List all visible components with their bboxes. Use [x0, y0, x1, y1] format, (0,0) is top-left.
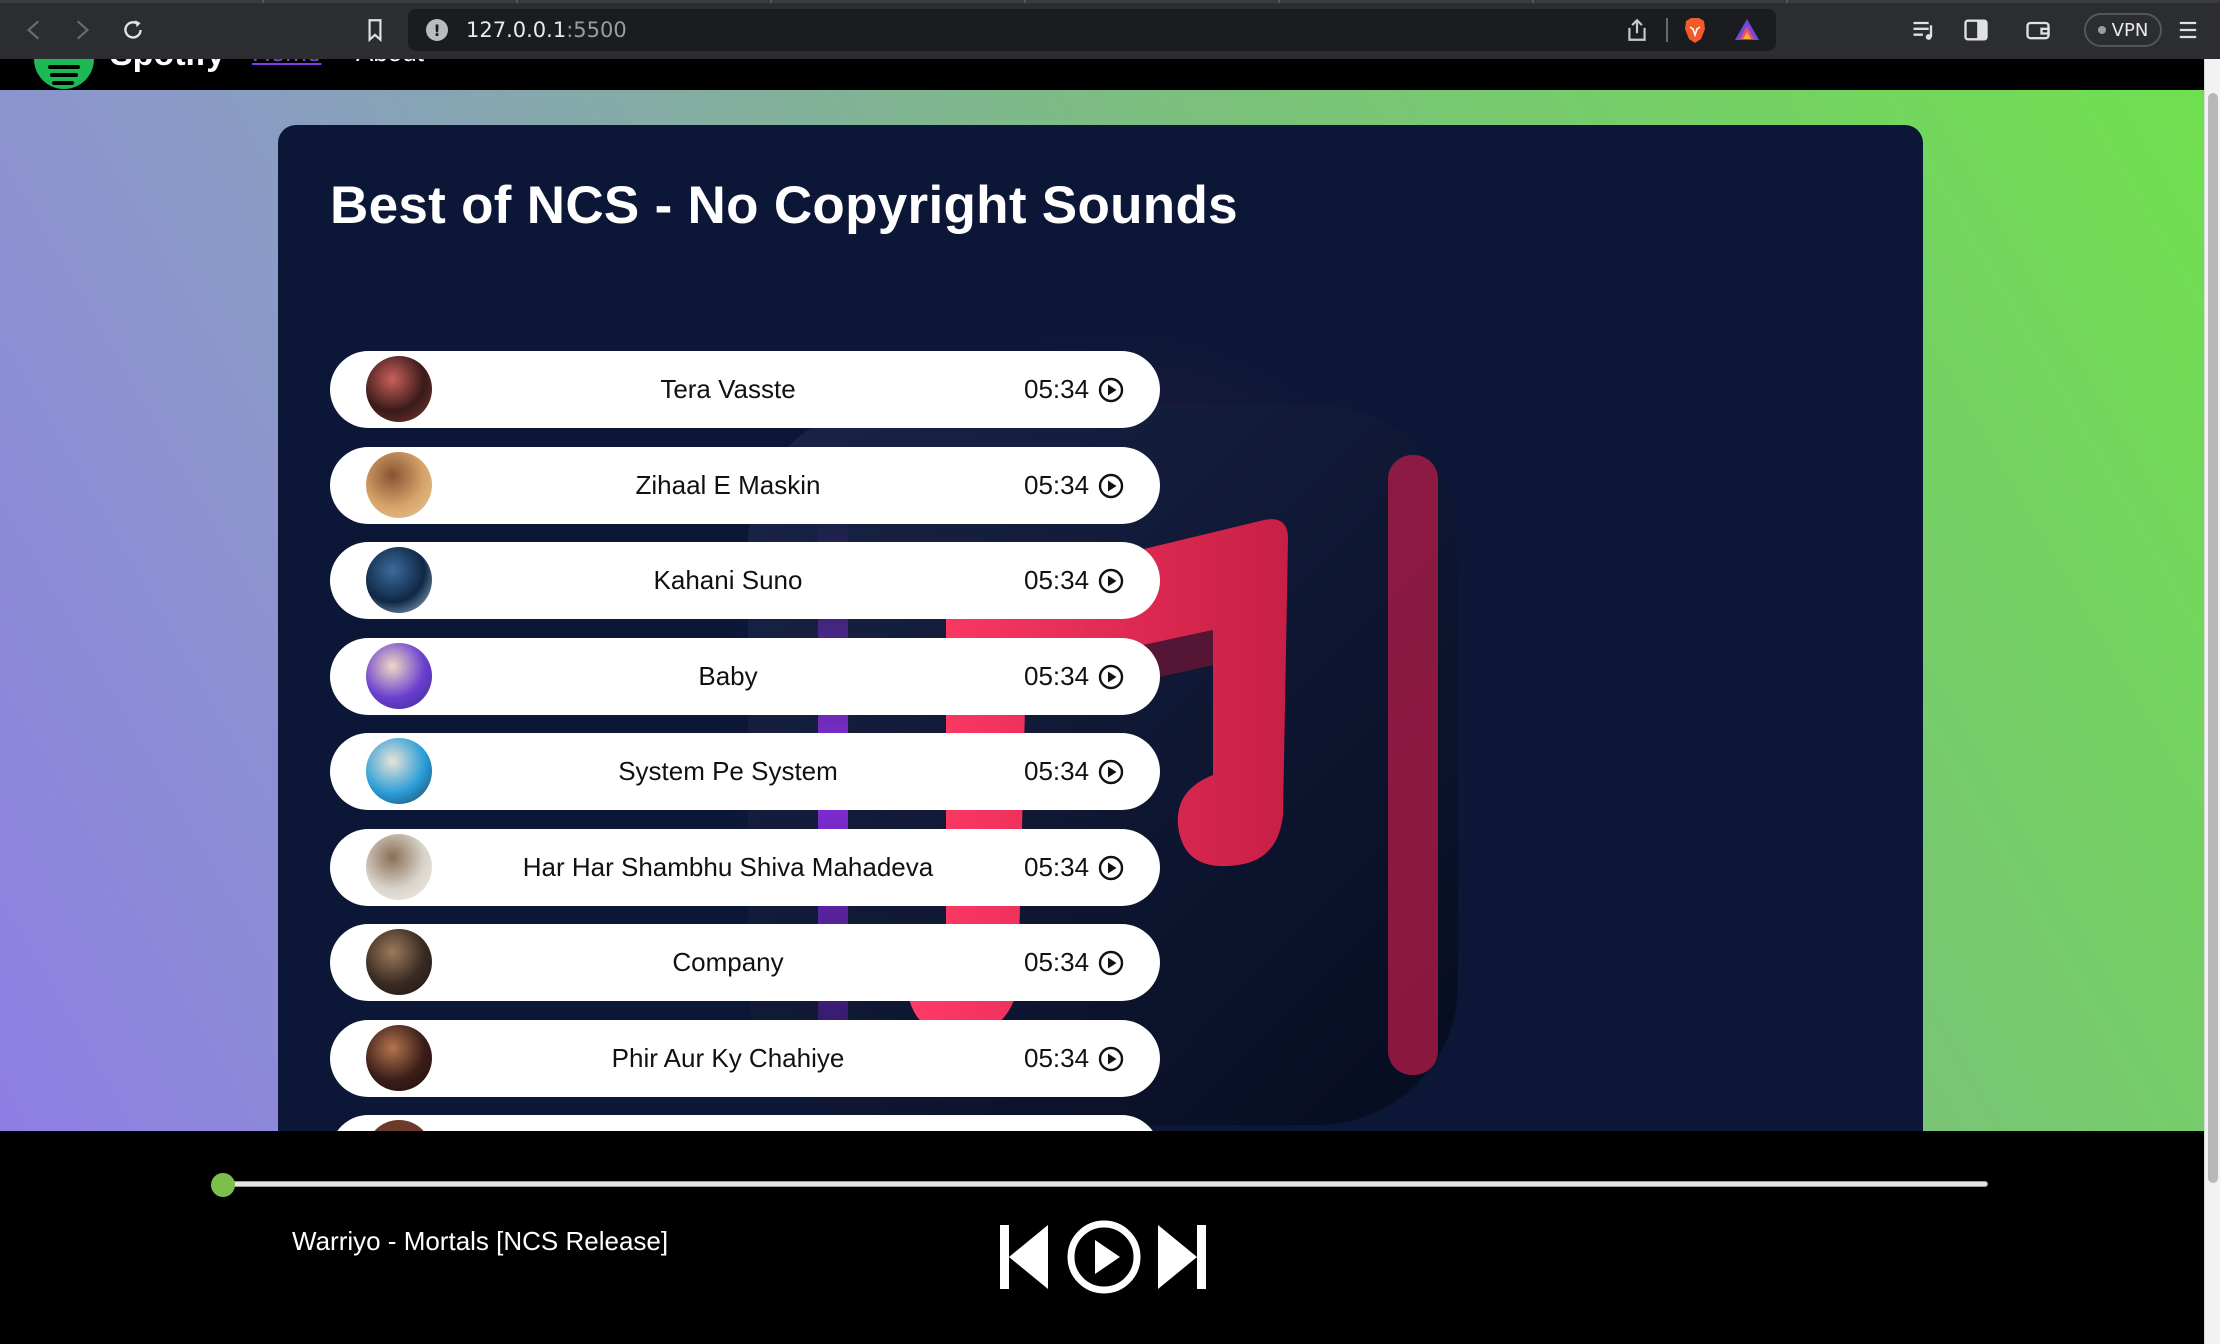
- brand-name[interactable]: Spotify: [110, 59, 225, 74]
- bookmark-icon: [368, 19, 382, 43]
- progress-bar[interactable]: [211, 1173, 1988, 1197]
- wallet-button[interactable]: [2022, 14, 2054, 46]
- site-info-icon[interactable]: !: [426, 19, 448, 41]
- song-cover-image: [366, 547, 432, 613]
- forward-arrow-icon: [76, 20, 90, 40]
- vpn-status-dot: [2097, 26, 2106, 34]
- nav-link-about[interactable]: About: [356, 59, 424, 68]
- share-icon[interactable]: [1624, 17, 1650, 43]
- queue-icon: [1913, 21, 1933, 40]
- vpn-label: VPN: [2111, 19, 2149, 41]
- song-duration: 05:34: [1024, 851, 1090, 882]
- song-item[interactable]: System Pe System 05:34: [330, 733, 1160, 810]
- play-icon[interactable]: [1098, 1046, 1124, 1072]
- spotify-logo-icon[interactable]: [34, 59, 94, 89]
- address-bar-divider: [1666, 18, 1668, 42]
- song-item[interactable]: Baby 05:34: [330, 637, 1160, 715]
- bookmark-button[interactable]: [355, 12, 395, 48]
- song-cover-image: [366, 929, 432, 995]
- browser-toolbar: ! 127.0.0.1:5500 VPN: [0, 0, 2220, 59]
- player-controls: [998, 1219, 1208, 1295]
- url-text[interactable]: 127.0.0.1:5500: [466, 18, 627, 42]
- song-name: Baby: [698, 660, 758, 691]
- song-name: Kahani Suno: [653, 565, 803, 595]
- next-icon[interactable]: [1156, 1223, 1208, 1291]
- play-icon[interactable]: [1098, 568, 1124, 594]
- brave-shields-icon[interactable]: [1680, 15, 1710, 45]
- now-playing-title: Warriyo - Mortals [NCS Release]: [292, 1226, 669, 1256]
- playlist-button[interactable]: [1908, 14, 1940, 46]
- song-name: Tera Vasste: [660, 374, 796, 404]
- play-icon[interactable]: [1098, 664, 1124, 690]
- page-viewport: Spotify Home About: [0, 59, 2204, 1344]
- back-button[interactable]: [14, 12, 54, 48]
- reload-icon: [124, 20, 142, 39]
- previous-icon[interactable]: [998, 1223, 1050, 1291]
- vpn-button[interactable]: VPN: [2084, 13, 2162, 47]
- song-item[interactable]: Company 05:34: [330, 924, 1160, 1001]
- playlist-container: Best of NCS - No Copyright Sounds Tera V…: [278, 125, 1923, 1225]
- song-name: Phir Aur Ky Chahiye: [611, 1042, 845, 1073]
- play-circle-icon[interactable]: [1066, 1219, 1142, 1295]
- play-icon[interactable]: [1098, 473, 1124, 499]
- menu-button[interactable]: [2172, 14, 2204, 46]
- hamburger-menu-icon: [2179, 21, 2197, 39]
- song-item[interactable]: Phir Aur Ky Chahiye 05:34: [330, 1019, 1160, 1097]
- playlist-title: Best of NCS - No Copyright Sounds: [330, 176, 1238, 235]
- song-duration: 05:34: [1024, 1042, 1090, 1073]
- song-duration: 05:34: [1024, 947, 1090, 977]
- song-cover-image: [366, 1024, 432, 1091]
- play-icon[interactable]: [1098, 377, 1124, 403]
- song-duration: 05:34: [1024, 565, 1090, 595]
- page-scrollbar[interactable]: [2204, 59, 2220, 1344]
- song-cover-image: [366, 356, 432, 422]
- brave-rewards-icon[interactable]: [1732, 15, 1762, 45]
- play-icon[interactable]: [1098, 855, 1124, 881]
- song-cover-image: [366, 451, 432, 518]
- play-icon[interactable]: [1098, 759, 1124, 785]
- reload-button[interactable]: [113, 12, 153, 48]
- scrollbar-thumb[interactable]: [2208, 93, 2218, 1183]
- sidebar-toggle-button[interactable]: [1960, 14, 1992, 46]
- song-duration: 05:34: [1024, 660, 1090, 691]
- song-item[interactable]: Tera Vasste 05:34: [330, 351, 1160, 428]
- song-duration: 05:34: [1024, 374, 1090, 404]
- song-cover-image: [366, 642, 432, 709]
- forward-button[interactable]: [62, 12, 102, 48]
- address-bar[interactable]: ! 127.0.0.1:5500: [408, 9, 1776, 51]
- site-navbar: Spotify Home About: [0, 59, 2204, 90]
- song-item[interactable]: Zihaal E Maskin 05:34: [330, 446, 1160, 524]
- song-cover-image: [366, 738, 432, 804]
- song-duration: 05:34: [1024, 756, 1090, 786]
- nav-link-home[interactable]: Home: [252, 59, 321, 68]
- bottom-player-bar: Warriyo - Mortals [NCS Release]: [0, 1131, 2204, 1344]
- play-icon[interactable]: [1098, 950, 1124, 976]
- song-item[interactable]: Har Har Shambhu Shiva Mahadeva 05:34: [330, 828, 1160, 906]
- back-arrow-icon: [26, 20, 40, 40]
- tab-strip: [0, 0, 2220, 3]
- song-cover-image: [366, 833, 432, 900]
- progress-knob[interactable]: [211, 1173, 235, 1197]
- song-duration: 05:34: [1024, 469, 1090, 500]
- song-name: System Pe System: [618, 756, 838, 786]
- song-name: Zihaal E Maskin: [635, 469, 821, 500]
- wallet-icon: [2026, 21, 2050, 40]
- song-list: Tera Vasste 05:34 Zihaal E Maskin 05:34 …: [330, 351, 1160, 1211]
- song-name: Har Har Shambhu Shiva Mahadeva: [522, 851, 934, 882]
- song-item[interactable]: Kahani Suno 05:34: [330, 542, 1160, 619]
- song-name: Company: [672, 947, 784, 977]
- sidebar-icon: [1964, 19, 1988, 41]
